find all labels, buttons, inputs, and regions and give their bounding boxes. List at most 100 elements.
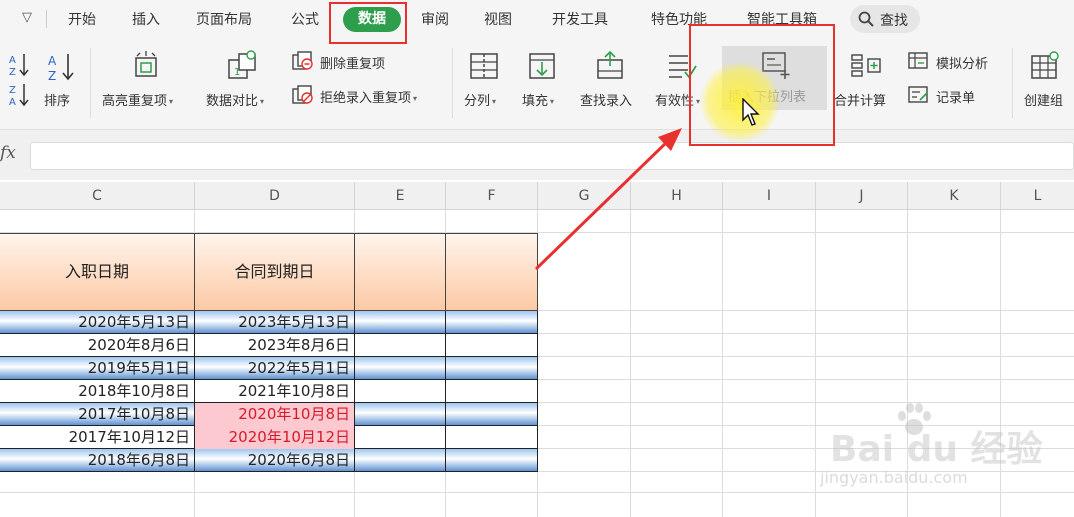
contract-end-cell-highlighted[interactable]: 2020年10月8日 [195,403,355,426]
data-compare-label: 数据对比 ▾ [206,94,265,109]
contract-end-cell[interactable]: 2021年10月8日 [195,380,355,403]
hire-date-cell[interactable]: 2018年6月8日 [0,449,195,472]
empty-cell[interactable] [446,449,538,472]
reject-duplicate-entry-icon [292,85,313,104]
fill-icon [529,53,555,79]
contract-end-cell[interactable]: 2022年5月1日 [195,357,355,380]
tab-formulas[interactable]: 公式 [291,9,319,29]
empty-cell[interactable] [446,357,538,380]
empty-cell[interactable] [355,357,446,380]
empty-cell[interactable] [355,334,446,357]
search-box[interactable]: 查找 [850,5,920,33]
ribbon-separator [1012,48,1013,118]
contract-end-cell[interactable]: 2020年6月8日 [195,449,355,472]
tab-home[interactable]: 开始 [68,9,96,29]
hire-date-cell[interactable]: 2017年10月8日 [0,403,195,426]
column-header-k[interactable]: K [908,182,1001,210]
empty-cell[interactable] [446,380,538,403]
ribbon-separator [90,48,91,118]
record-form-label: 记录单 [936,91,976,106]
empty-cell[interactable] [446,403,538,426]
table-row: 2020年5月13日 2023年5月13日 [0,311,538,334]
lookup-entry-button[interactable]: 查找录入 [578,48,644,114]
simulate-analysis-icon [908,52,928,69]
header-cell-e[interactable] [355,233,446,311]
mouse-cursor-icon [742,98,760,126]
delete-duplicates-label: 删除重复项 [320,57,386,72]
header-cell-f[interactable] [446,233,538,311]
tab-view[interactable]: 视图 [484,9,512,29]
gridline [538,402,1074,403]
svg-text:Z: Z [48,69,56,82]
merge-calc-label: 合并计算 [834,94,887,109]
empty-cell[interactable] [355,449,446,472]
column-header-e[interactable]: E [355,182,446,210]
header-cell-hire-date[interactable]: 入职日期 [0,233,195,311]
column-header-l[interactable]: L [1001,182,1074,210]
fx-icon[interactable]: fx [0,143,16,163]
tab-data-annotation-box [329,2,407,44]
create-group-button[interactable]: 创建组 [1018,48,1074,114]
tab-insert[interactable]: 插入 [132,9,160,29]
hire-date-cell[interactable]: 2020年5月13日 [0,311,195,334]
empty-cell[interactable] [446,334,538,357]
column-header-c[interactable]: C [0,182,195,210]
sort-descending-icon: ZA [9,84,29,108]
hire-date-cell[interactable]: 2020年8月6日 [0,334,195,357]
tab-review[interactable]: 审阅 [421,9,449,29]
hire-date-cell[interactable]: 2018年10月8日 [0,380,195,403]
ribbon: AZ ZA AZ 排序 高亮重复项 ▾ 1 数据对比 ▾ 删除重复项 拒绝录入重复项… [0,38,1074,130]
tab-page-layout[interactable]: 页面布局 [196,9,252,29]
hire-date-cell[interactable]: 2017年10月12日 [0,426,195,449]
table-row: 2018年6月8日 2020年6月8日 [0,449,538,472]
column-header-i[interactable]: I [723,182,816,210]
sort-button[interactable]: AZ 排序 [44,48,80,114]
search-icon [858,11,874,27]
lookup-entry-icon [597,50,623,79]
simulate-analysis-button[interactable]: 模拟分析 [908,50,1004,74]
table-row: 2020年8月6日 2023年8月6日 [0,334,538,357]
empty-cell[interactable] [355,311,446,334]
data-compare-button[interactable]: 1 数据对比 ▾ [204,48,284,114]
table-row: 2017年10月12日 2020年10月12日 [0,426,538,449]
sort-desc-button[interactable]: ZA [8,82,30,112]
svg-text:A: A [9,97,16,108]
sort-label: 排序 [44,94,71,109]
highlight-duplicates-button[interactable]: 高亮重复项 ▾ [100,48,192,114]
sort-asc-button[interactable]: AZ [8,52,30,82]
column-header-d[interactable]: D [195,182,355,210]
merge-calc-button[interactable]: 合并计算 [834,48,900,114]
merge-calc-icon [851,54,881,77]
header-cell-contract-end[interactable]: 合同到期日 [195,233,355,311]
contract-end-cell[interactable]: 2023年5月13日 [195,311,355,334]
empty-cell[interactable] [355,380,446,403]
column-header-f[interactable]: F [446,182,538,210]
empty-cell[interactable] [446,426,538,449]
empty-cell[interactable] [446,311,538,334]
gridline [538,492,1074,493]
svg-text:A: A [48,54,57,68]
highlight-duplicates-label: 高亮重复项 ▾ [102,94,174,109]
empty-cell[interactable] [355,426,446,449]
contract-end-cell[interactable]: 2023年8月6日 [195,334,355,357]
fill-button[interactable]: 填充 ▾ [518,48,566,114]
hire-date-cell[interactable]: 2019年5月1日 [0,357,195,380]
svg-text:A: A [9,55,16,66]
gridline [538,333,1074,334]
split-columns-button[interactable]: 分列 ▾ [460,48,508,114]
table-row: 2019年5月1日 2022年5月1日 [0,357,538,380]
column-header-j[interactable]: J [816,182,908,210]
contract-end-cell-highlighted[interactable]: 2020年10月12日 [195,426,355,449]
svg-text:1: 1 [234,67,240,78]
sort-ascending-icon: AZ [9,54,29,78]
simulate-analysis-label: 模拟分析 [936,57,989,72]
record-form-button[interactable]: 记录单 [908,84,1004,108]
reject-duplicate-entry-label: 拒绝录入重复项 ▾ [320,91,418,106]
empty-cell[interactable] [355,403,446,426]
tab-developer[interactable]: 开发工具 [552,9,608,29]
table-row: 2018年10月8日 2021年10月8日 [0,380,538,403]
menu-divider [46,10,47,28]
delete-duplicates-button[interactable]: 删除重复项 [292,50,432,74]
reject-duplicate-entry-button[interactable]: 拒绝录入重复项 ▾ [292,84,442,108]
quick-access-caret-icon[interactable]: ▽ [22,10,32,25]
